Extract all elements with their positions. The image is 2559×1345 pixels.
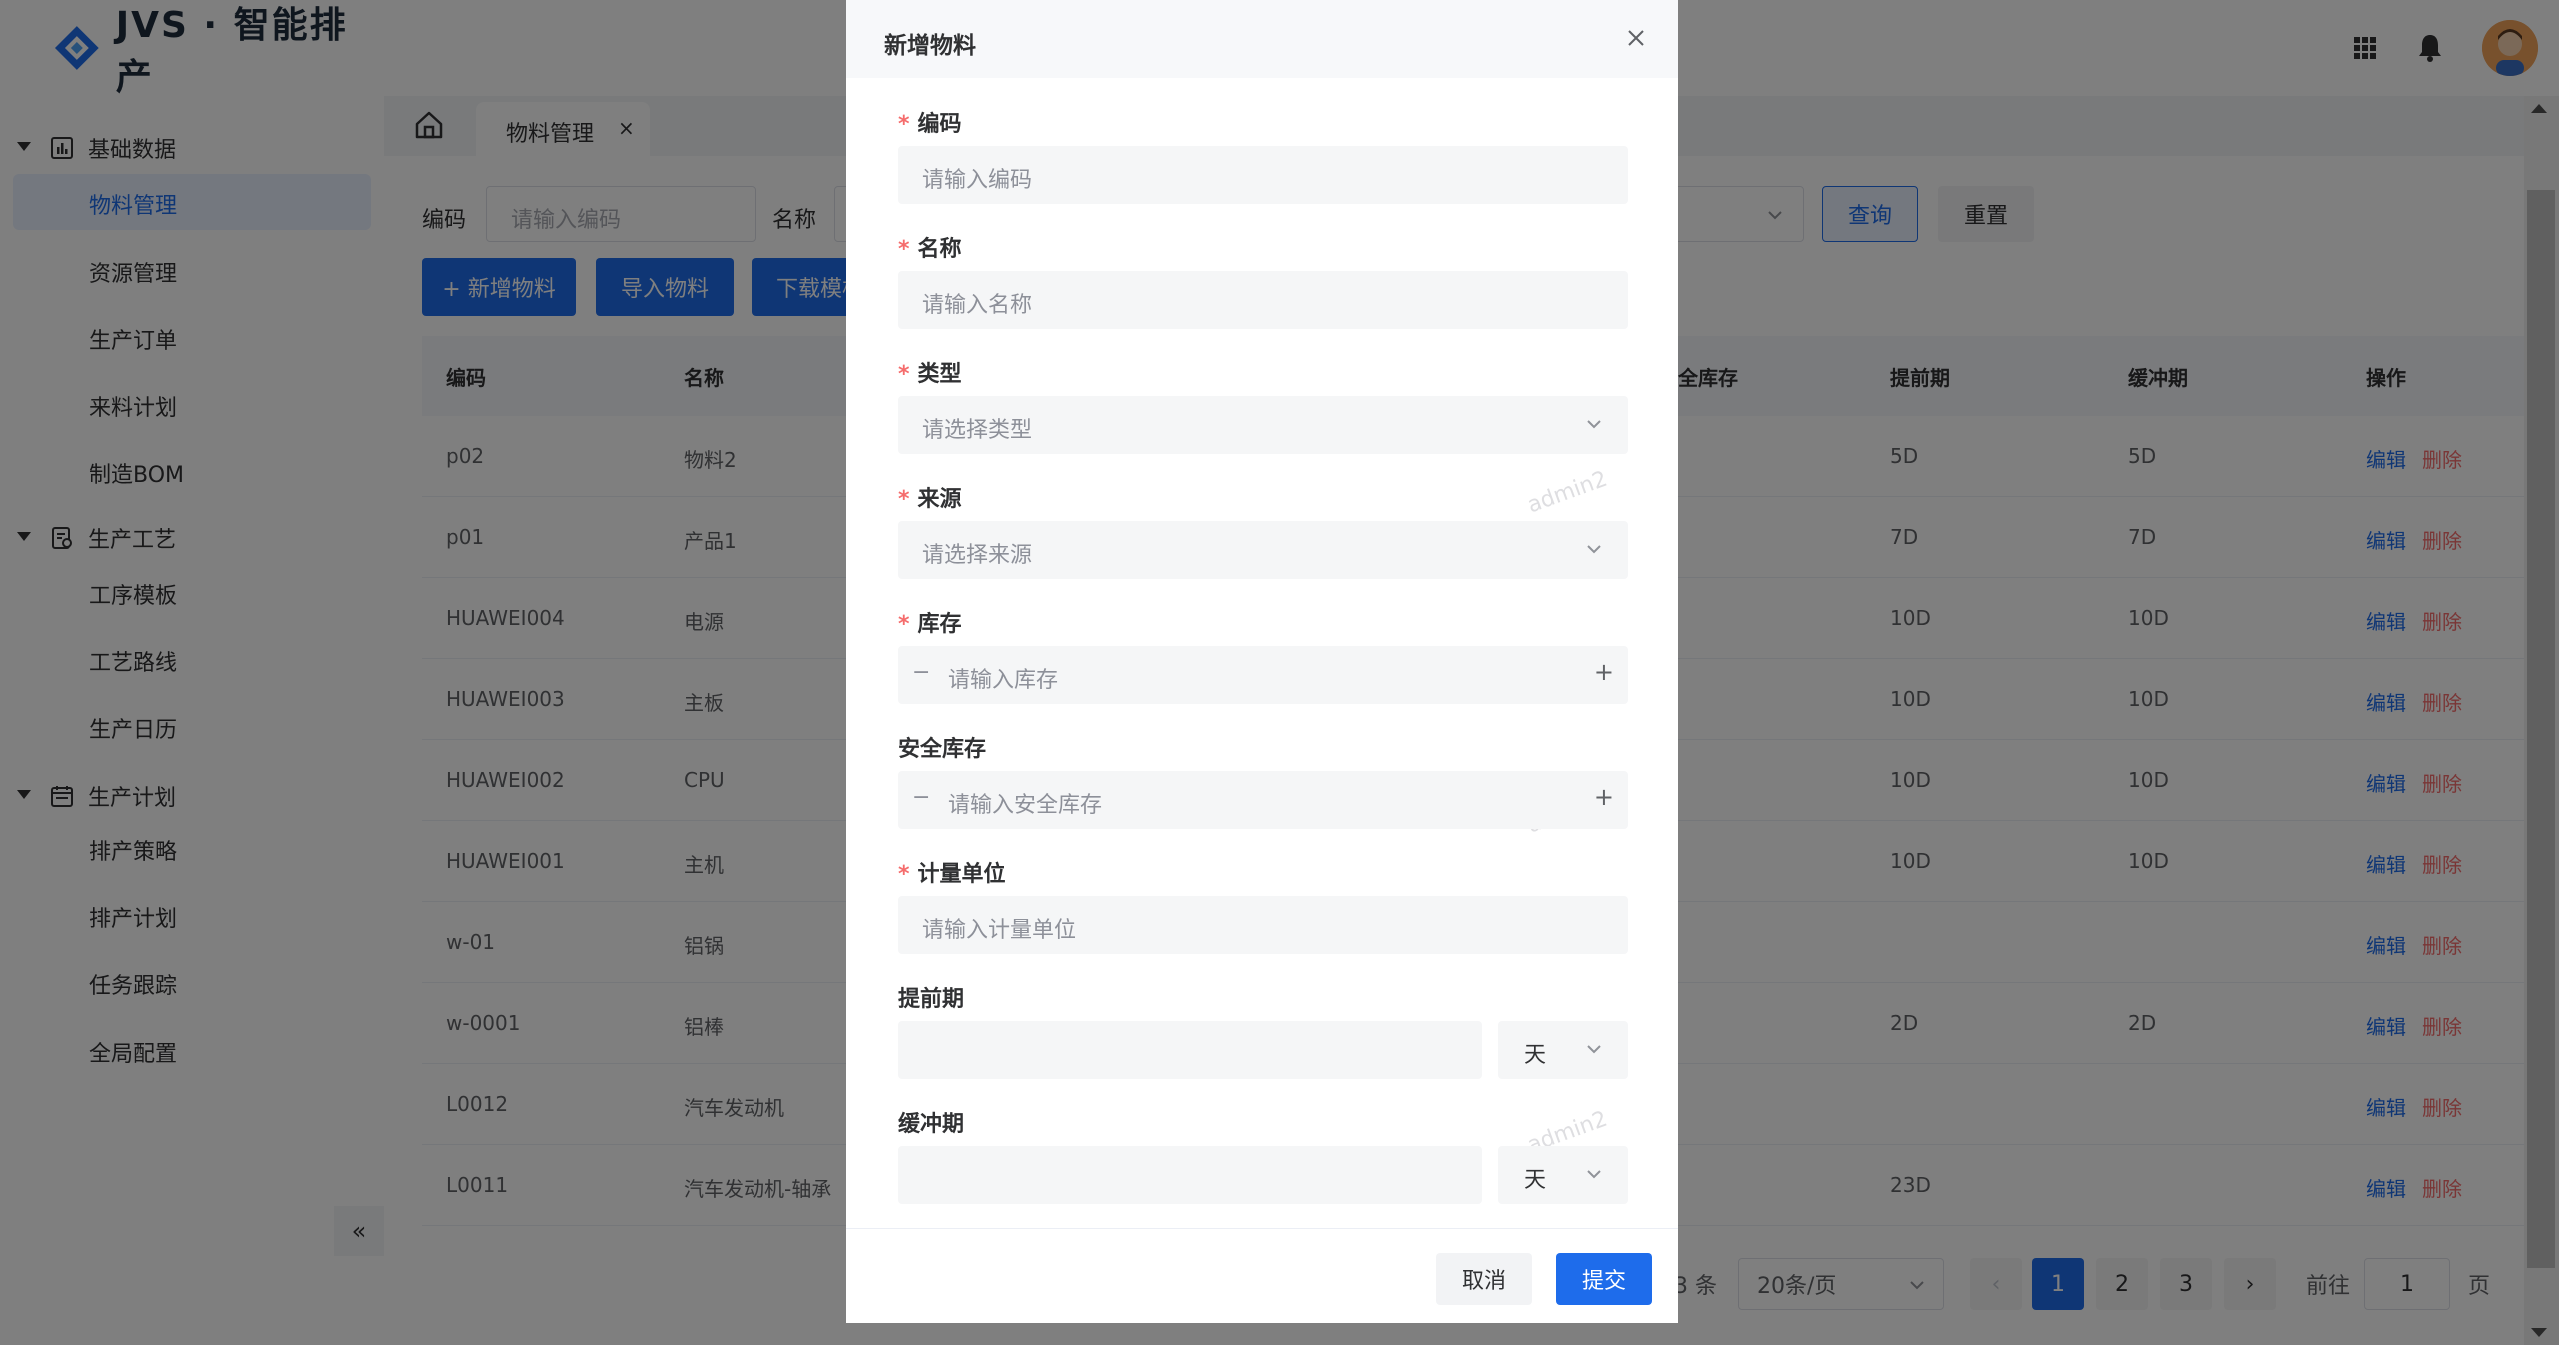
field-label-stock: * 库存 xyxy=(898,606,962,638)
field-label-text: 安全库存 xyxy=(898,737,987,762)
unit-input[interactable]: 请输入计量单位 xyxy=(898,896,1628,954)
field-label-buffer-time: 缓冲期 xyxy=(898,1106,964,1138)
field-label-text: 计量单位 xyxy=(917,862,1006,887)
buffer-time-input[interactable] xyxy=(898,1146,1482,1204)
source-select[interactable]: 请选择来源 xyxy=(898,521,1628,579)
dialog-title: 新增物料 xyxy=(884,33,976,59)
increment-button[interactable]: + xyxy=(1594,783,1614,811)
field-label-safety-stock: 安全库存 xyxy=(898,731,986,763)
field-label-lead-time: 提前期 xyxy=(898,981,964,1013)
field-label-text: 类型 xyxy=(917,362,962,387)
required-mark: * xyxy=(898,487,910,512)
decrement-button[interactable]: − xyxy=(912,660,930,685)
code-input[interactable]: 请输入编码 xyxy=(898,146,1628,204)
add-material-dialog: 新增物料 admin2 admin2 admin2 admin2 *编码 请输入… xyxy=(846,0,1678,1323)
field-label-source: * 来源 xyxy=(898,481,962,513)
type-select[interactable]: 请选择类型 xyxy=(898,396,1628,454)
field-label-type: * 类型 xyxy=(898,356,962,388)
close-icon[interactable] xyxy=(1622,24,1650,52)
submit-button[interactable]: 提交 xyxy=(1556,1253,1652,1305)
cancel-button[interactable]: 取消 xyxy=(1436,1253,1532,1305)
unit-placeholder: 请输入计量单位 xyxy=(922,918,1077,943)
field-label-text: 来源 xyxy=(917,487,962,512)
field-label-text: 编码 xyxy=(917,112,962,137)
field-label-name: * 名称 xyxy=(898,231,962,263)
required-mark: * xyxy=(898,612,910,637)
increment-button[interactable]: + xyxy=(1594,658,1614,686)
field-label-code: * 编码 xyxy=(898,106,962,138)
type-placeholder: 请选择类型 xyxy=(922,418,1033,443)
dialog-footer: 取消 提交 xyxy=(846,1228,1678,1323)
name-input[interactable]: 请输入名称 xyxy=(898,271,1628,329)
field-label-text: 库存 xyxy=(917,612,962,637)
required-mark: * xyxy=(898,862,910,887)
buffer-time-unit-select[interactable]: 天 xyxy=(1498,1146,1628,1204)
lead-time-input[interactable] xyxy=(898,1021,1482,1079)
source-placeholder: 请选择来源 xyxy=(922,543,1033,568)
field-label-text: 提前期 xyxy=(898,987,965,1012)
field-label-text: 名称 xyxy=(917,237,962,262)
chevron-down-icon xyxy=(1587,420,1601,429)
required-mark: * xyxy=(898,362,910,387)
decrement-button[interactable]: − xyxy=(912,785,930,810)
stock-placeholder: 请输入库存 xyxy=(948,668,1059,693)
required-mark: * xyxy=(898,237,910,262)
name-placeholder: 请输入名称 xyxy=(922,293,1033,318)
safety-stock-placeholder: 请输入安全库存 xyxy=(948,793,1103,818)
stock-stepper[interactable]: − 请输入库存 + xyxy=(898,646,1628,704)
chevron-down-icon xyxy=(1587,1045,1601,1054)
required-mark: * xyxy=(898,112,910,137)
field-label-unit: * 计量单位 xyxy=(898,856,1006,888)
safety-stock-stepper[interactable]: − 请输入安全库存 + xyxy=(898,771,1628,829)
lead-time-unit-select[interactable]: 天 xyxy=(1498,1021,1628,1079)
lead-time-unit-value: 天 xyxy=(1524,1043,1547,1068)
chevron-down-icon xyxy=(1587,545,1601,554)
chevron-down-icon xyxy=(1587,1170,1601,1179)
watermark: admin2 xyxy=(1524,466,1611,519)
buffer-time-unit-value: 天 xyxy=(1524,1168,1547,1193)
dialog-header: 新增物料 xyxy=(846,0,1678,78)
field-label-text: 缓冲期 xyxy=(898,1112,965,1137)
code-placeholder: 请输入编码 xyxy=(922,168,1033,193)
